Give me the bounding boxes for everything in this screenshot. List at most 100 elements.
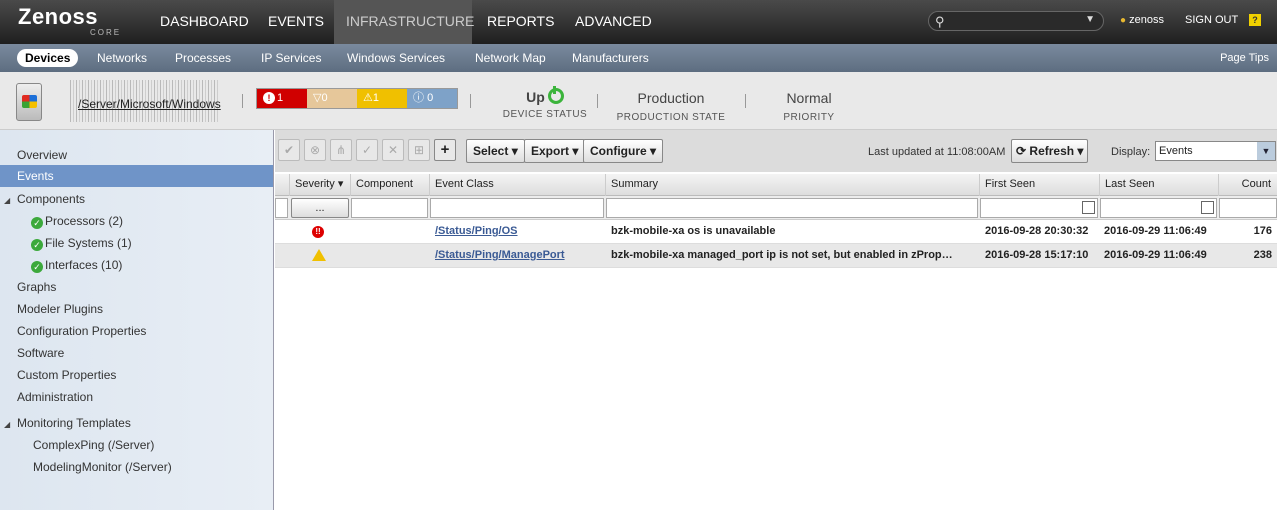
- configure-menu-button[interactable]: Configure ▾: [583, 139, 664, 163]
- sidebar-item-graphs[interactable]: Graphs: [17, 280, 56, 294]
- page-tips-link[interactable]: Page Tips: [1220, 52, 1269, 64]
- production-state: Production PRODUCTION STATE: [610, 90, 732, 123]
- table-row[interactable]: !! /Status/Ping/OS bzk-mobile-xa os is u…: [275, 220, 1277, 244]
- sign-out-link[interactable]: SIGN OUT: [1185, 14, 1238, 26]
- chevron-down-icon[interactable]: ▼: [1085, 14, 1095, 25]
- warning-icon: ⚠: [363, 92, 373, 104]
- check-icon: ✓: [31, 261, 43, 273]
- user-icon: ●: [1120, 15, 1127, 26]
- event-class-link[interactable]: /Status/Ping/ManagePort: [435, 249, 565, 261]
- device-status-label: DEVICE STATUS: [502, 109, 588, 120]
- filter-spacer: [275, 198, 288, 218]
- info-icon: ⓘ: [413, 92, 424, 104]
- production-state-label: PRODUCTION STATE: [616, 112, 726, 123]
- classify-icon[interactable]: ⋔: [330, 139, 352, 161]
- col-first-seen[interactable]: First Seen: [979, 174, 1099, 196]
- event-class-filter-input[interactable]: [430, 198, 604, 218]
- table-row[interactable]: /Status/Ping/ManagePort bzk-mobile-xa ma…: [275, 244, 1277, 268]
- export-menu-button[interactable]: Export ▾: [524, 139, 586, 163]
- subnav-processes[interactable]: Processes: [175, 51, 231, 65]
- refresh-button[interactable]: ⟳ Refresh ▾: [1011, 139, 1089, 163]
- first-seen-filter-input[interactable]: [980, 198, 1098, 218]
- calendar-icon[interactable]: [1082, 201, 1095, 214]
- summary-filter-input[interactable]: [606, 198, 978, 218]
- collapse-triangle-icon[interactable]: ◢: [4, 420, 10, 429]
- priority: Normal PRIORITY: [760, 90, 858, 123]
- chevron-down-icon[interactable]: ▼: [1257, 142, 1275, 160]
- col-summary[interactable]: Summary: [605, 174, 979, 196]
- event-class-link[interactable]: /Status/Ping/OS: [435, 225, 518, 237]
- col-last-seen[interactable]: Last Seen: [1099, 174, 1218, 196]
- device-class-path[interactable]: /Server/Microsoft/Windows: [78, 97, 221, 111]
- sidebar-item-filesystems[interactable]: ✓ File Systems (1): [31, 236, 132, 251]
- critical-icon: !: [263, 92, 275, 104]
- sidebar-item-events[interactable]: Events: [0, 165, 273, 187]
- close-event-icon[interactable]: ⊗: [304, 139, 326, 161]
- logo-subtext: CORE: [90, 28, 122, 37]
- subnav-manufacturers[interactable]: Manufacturers: [572, 51, 649, 65]
- event-first-seen: 2016-09-28 15:17:10: [985, 249, 1089, 261]
- sidebar-item-template-modelingmonitor[interactable]: ModelingMonitor (/Server): [33, 460, 172, 474]
- subnav-windows-services[interactable]: Windows Services: [347, 51, 445, 65]
- event-rainbow[interactable]: ! 1 ▽0 ⚠1 ⓘ 0: [256, 88, 458, 109]
- nav-advanced[interactable]: ADVANCED: [563, 0, 664, 44]
- help-icon[interactable]: ?: [1249, 14, 1261, 26]
- sidebar-item-processors[interactable]: ✓ Processors (2): [31, 214, 123, 229]
- sidebar-item-administration[interactable]: Administration: [17, 390, 93, 404]
- count-filter-input[interactable]: [1219, 198, 1277, 218]
- zenoss-logo[interactable]: Zenoss CORE: [18, 6, 119, 38]
- acknowledge-icon[interactable]: ✔: [278, 139, 300, 161]
- windows-device-icon: [16, 83, 42, 121]
- nav-infrastructure[interactable]: INFRASTRUCTURE: [334, 0, 474, 44]
- sidebar-item-monitoring-templates[interactable]: Monitoring Templates: [17, 416, 131, 430]
- sidebar-item-overview[interactable]: Overview: [17, 148, 67, 162]
- sidebar-item-config-properties[interactable]: Configuration Properties: [17, 324, 146, 338]
- nav-reports[interactable]: REPORTS: [475, 0, 566, 44]
- reopen-icon[interactable]: ✕: [382, 139, 404, 161]
- user-link[interactable]: ● zenoss: [1120, 14, 1164, 26]
- add-event-icon[interactable]: +: [434, 139, 456, 161]
- sidebar-item-template-complexping[interactable]: ComplexPing (/Server): [33, 438, 154, 452]
- power-icon: [547, 86, 564, 104]
- subnav-devices[interactable]: Devices: [17, 49, 79, 67]
- display-label: Display:: [1111, 146, 1151, 158]
- warning-severity-icon: [312, 249, 326, 264]
- error-event-count[interactable]: ▽0: [307, 89, 357, 108]
- username: zenoss: [1129, 14, 1164, 26]
- col-count[interactable]: Count: [1218, 174, 1277, 196]
- display-select[interactable]: Events ▼: [1155, 141, 1276, 161]
- subnav-networks[interactable]: Networks: [97, 51, 147, 65]
- col-component[interactable]: Component: [350, 174, 429, 196]
- nav-events[interactable]: EVENTS: [256, 0, 336, 44]
- last-seen-filter-input[interactable]: [1100, 198, 1217, 218]
- add-note-icon[interactable]: ⊞: [408, 139, 430, 161]
- sidebar-item-custom-properties[interactable]: Custom Properties: [17, 368, 116, 382]
- select-menu-button[interactable]: Select ▾: [466, 139, 525, 163]
- check-icon: ✓: [31, 217, 43, 229]
- subnav-ip-services[interactable]: IP Services: [261, 51, 321, 65]
- calendar-icon[interactable]: [1201, 201, 1214, 214]
- search-input[interactable]: ⚲ ▼: [928, 11, 1104, 31]
- sidebar-item-software[interactable]: Software: [17, 346, 64, 360]
- severity-filter-button[interactable]: ...: [291, 198, 349, 218]
- unacknowledge-icon[interactable]: ✓: [356, 139, 378, 161]
- device-status-value: Up: [526, 89, 545, 105]
- component-filter-input[interactable]: [351, 198, 428, 218]
- subnav-network-map[interactable]: Network Map: [475, 51, 546, 65]
- sidebar-item-modeler-plugins[interactable]: Modeler Plugins: [17, 302, 103, 316]
- event-first-seen: 2016-09-28 20:30:32: [985, 225, 1089, 237]
- event-summary: bzk-mobile-xa managed_port ip is not set…: [611, 249, 953, 261]
- collapse-triangle-icon[interactable]: ◢: [4, 196, 10, 205]
- header-divider: [597, 94, 598, 108]
- warning-event-count[interactable]: ⚠1: [357, 89, 407, 108]
- info-event-count[interactable]: ⓘ 0: [407, 89, 457, 108]
- col-severity[interactable]: Severity ▾: [289, 174, 350, 196]
- col-event-class[interactable]: Event Class: [429, 174, 605, 196]
- nav-dashboard[interactable]: DASHBOARD: [148, 0, 261, 44]
- sidebar-item-interfaces[interactable]: ✓ Interfaces (10): [31, 258, 122, 273]
- event-summary: bzk-mobile-xa os is unavailable: [611, 225, 776, 237]
- header-divider: [745, 94, 746, 108]
- sidebar-item-components[interactable]: Components: [17, 192, 85, 206]
- events-grid-header: Severity ▾ Component Event Class Summary…: [275, 174, 1277, 196]
- critical-event-count[interactable]: ! 1: [257, 89, 307, 108]
